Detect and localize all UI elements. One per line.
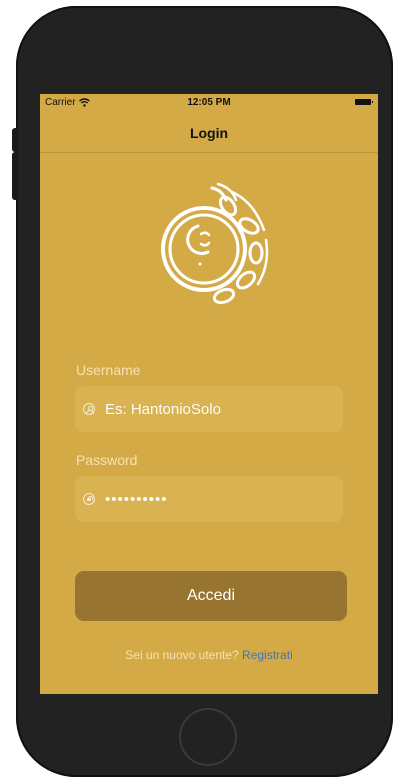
login-button[interactable]: Accedi <box>75 571 347 621</box>
register-prompt: Sei un nuovo utente? Registrati <box>40 648 378 662</box>
page-title: Login <box>189 125 229 141</box>
navigation-bar: Login <box>40 112 378 153</box>
app-screen: Carrier 12:05 PM Login Username Es: Hant… <box>40 94 378 694</box>
battery-icon <box>355 99 373 105</box>
password-label: Password <box>76 452 138 468</box>
password-input[interactable]: •••••••••• <box>105 491 325 508</box>
status-bar: Carrier 12:05 PM <box>40 94 378 112</box>
register-link[interactable]: Registrati <box>242 648 293 662</box>
username-label: Username <box>76 362 141 378</box>
register-question: Sei un nuovo utente? <box>125 648 239 662</box>
person-icon <box>83 403 95 415</box>
volume-button <box>12 152 18 200</box>
status-time: 12:05 PM <box>187 97 231 108</box>
username-field[interactable] <box>75 386 343 432</box>
username-input[interactable] <box>105 400 325 418</box>
password-field[interactable]: •••••••••• <box>75 476 343 522</box>
mute-switch <box>12 128 18 152</box>
lock-icon <box>83 493 95 505</box>
moon-tambourine-logo <box>161 182 269 305</box>
home-button[interactable] <box>179 708 237 766</box>
